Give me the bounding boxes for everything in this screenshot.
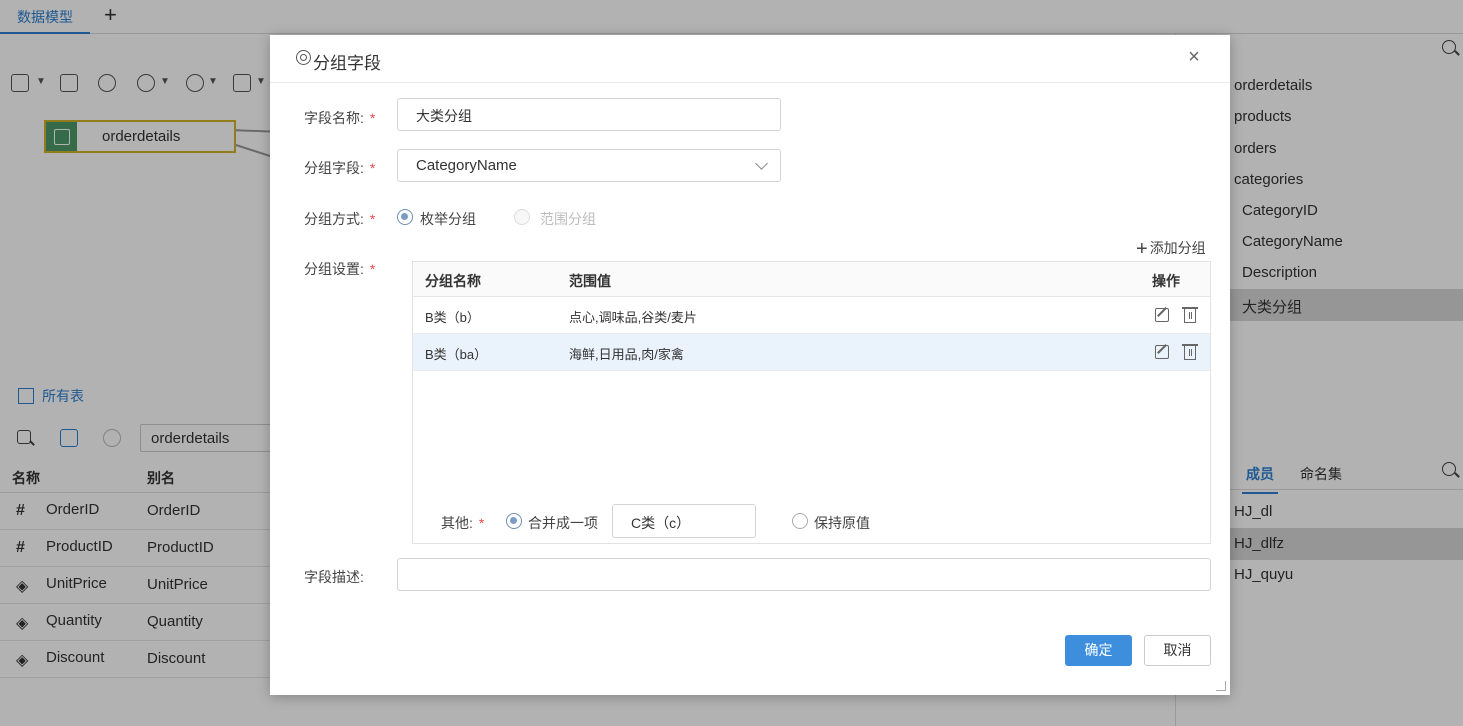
radio-merge[interactable] [506,513,522,529]
group-settings-label: 分组设置: * [304,259,375,279]
group-name-cell: B类（ba） [425,347,488,362]
group-table: 分组名称 范围值 操作 B类（b） 点心,调味品,谷类/麦片 B类（ba） 海鲜… [412,261,1211,544]
add-group-button[interactable]: + 添加分组 [1136,238,1206,261]
group-settings-label-text: 分组设置: [304,261,364,277]
group-table-header: 分组名称 范围值 操作 [413,262,1210,297]
group-mode-label-text: 分组方式: [304,211,364,227]
radio-keep-original[interactable] [792,513,808,529]
group-field-dialog: 分组字段 × 字段名称: * 大类分组 分组字段: * CategoryName 分… [270,35,1230,695]
gear-icon [296,50,311,65]
dialog-header: 分组字段 × [270,35,1230,83]
required-mark: * [478,515,485,531]
merge-name-input[interactable]: C类（c） [612,504,756,538]
field-name-input[interactable]: 大类分组 [397,98,781,131]
group-field-select[interactable]: CategoryName [397,149,781,182]
column-header-ops: 操作 [1152,273,1180,289]
table-row[interactable]: B类（ba） 海鲜,日用品,肉/家禽 [413,334,1210,371]
group-field-label: 分组字段: * [304,158,375,178]
group-mode-label: 分组方式: * [304,209,375,229]
radio-enum-group[interactable] [397,209,413,225]
group-field-label-text: 分组字段: [304,160,364,176]
trash-icon[interactable] [1182,307,1198,323]
edit-icon[interactable] [1155,308,1169,322]
radio-merge-label: 合并成一项 [528,515,598,531]
description-label: 字段描述: [304,569,364,585]
resize-handle[interactable] [1216,681,1226,691]
other-label: 其他: * [441,513,484,533]
add-group-label: 添加分组 [1149,240,1206,256]
ok-button[interactable]: 确定 [1065,635,1132,666]
table-row[interactable]: B类（b） 点心,调味品,谷类/麦片 [413,297,1210,334]
required-mark: * [369,261,376,277]
group-field-value: CategoryName [416,157,517,174]
required-mark: * [369,160,376,176]
range-cell: 点心,调味品,谷类/麦片 [569,310,697,325]
chevron-down-icon [755,157,768,170]
cancel-button[interactable]: 取消 [1144,635,1211,666]
description-input[interactable] [397,558,1211,591]
dialog-title: 分组字段 [313,54,381,73]
required-mark: * [369,211,376,227]
radio-keep-label: 保持原值 [814,515,870,531]
radio-enum-label: 枚举分组 [420,211,476,227]
required-mark: * [369,110,376,126]
radio-range-group [514,209,530,225]
column-header-group-name: 分组名称 [425,273,481,289]
column-header-range: 范围值 [569,273,611,289]
radio-range-label: 范围分组 [540,211,596,227]
field-name-label-text: 字段名称: [304,110,364,126]
plus-icon: + [1136,238,1148,260]
close-icon[interactable]: × [1184,47,1204,67]
field-name-label: 字段名称: * [304,108,375,128]
range-cell: 海鲜,日用品,肉/家禽 [569,347,684,362]
group-name-cell: B类（b） [425,310,480,325]
other-label-text: 其他: [441,515,473,531]
trash-icon[interactable] [1182,344,1198,360]
edit-icon[interactable] [1155,345,1169,359]
